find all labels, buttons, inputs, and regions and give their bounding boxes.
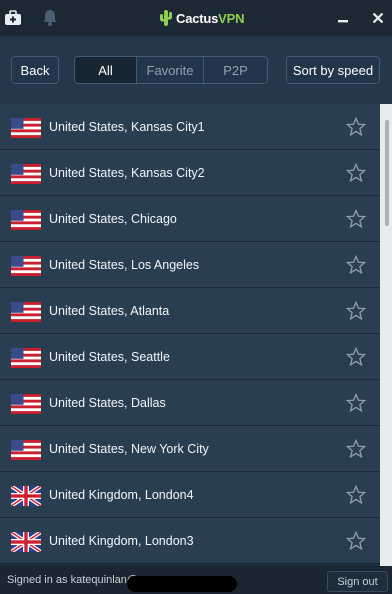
bell-icon[interactable]	[40, 8, 60, 28]
uk-flag-icon	[11, 532, 41, 552]
server-row[interactable]: United States, Atlanta	[0, 288, 380, 334]
minimize-icon[interactable]	[331, 6, 355, 30]
server-name: United States, Chicago	[49, 212, 177, 226]
us-flag-icon	[11, 118, 41, 138]
us-flag-icon	[11, 440, 41, 460]
us-flag-icon	[11, 302, 41, 322]
title-bar: CactusVPN	[0, 0, 392, 36]
server-name: United States, Dallas	[49, 396, 166, 410]
sort-by-speed-button[interactable]: Sort by speed	[286, 56, 380, 84]
server-name: United States, Kansas City1	[49, 120, 205, 134]
scrollbar-thumb[interactable]	[385, 120, 389, 226]
server-list: United States, Kansas City1 United State…	[0, 104, 380, 566]
us-flag-icon	[11, 210, 41, 230]
status-bar: Signed in as katequinlan@ Sign out	[0, 566, 392, 594]
star-icon[interactable]	[346, 393, 366, 413]
server-name: United Kingdom, London3	[49, 534, 194, 548]
server-row[interactable]: United States, Los Angeles	[0, 242, 380, 288]
app-name: CactusVPN	[176, 10, 245, 26]
tab-all[interactable]: All	[75, 57, 137, 83]
close-icon[interactable]	[366, 6, 390, 30]
filter-tabs: All Favorite P2P	[74, 56, 268, 84]
star-icon[interactable]	[346, 209, 366, 229]
toolbox-icon[interactable]	[3, 8, 23, 28]
toolbar: Back All Favorite P2P Sort by speed	[0, 36, 392, 104]
tab-p2p[interactable]: P2P	[204, 57, 267, 83]
app-logo: CactusVPN	[159, 8, 244, 28]
server-row[interactable]: United States, Chicago	[0, 196, 380, 242]
cactus-icon	[160, 10, 172, 26]
us-flag-icon	[11, 348, 41, 368]
server-name: United States, Atlanta	[49, 304, 170, 318]
star-icon[interactable]	[346, 301, 366, 321]
server-row[interactable]: United Kingdom, London3	[0, 518, 380, 564]
server-row[interactable]: United Kingdom, London4	[0, 472, 380, 518]
server-row[interactable]: United States, Kansas City1	[0, 104, 380, 150]
server-row[interactable]: United States, New York City	[0, 426, 380, 472]
us-flag-icon	[11, 164, 41, 184]
star-icon[interactable]	[346, 347, 366, 367]
server-name: United Kingdom, London4	[49, 488, 194, 502]
star-icon[interactable]	[346, 439, 366, 459]
uk-flag-icon	[11, 486, 41, 506]
us-flag-icon	[11, 394, 41, 414]
server-row[interactable]: United States, Seattle	[0, 334, 380, 380]
star-icon[interactable]	[346, 255, 366, 275]
star-icon[interactable]	[346, 531, 366, 551]
star-icon[interactable]	[346, 163, 366, 183]
back-button[interactable]: Back	[11, 56, 59, 84]
server-row[interactable]: United States, Kansas City2	[0, 150, 380, 196]
server-name: United States, Seattle	[49, 350, 170, 364]
star-icon[interactable]	[346, 117, 366, 137]
us-flag-icon	[11, 256, 41, 276]
server-row[interactable]: United States, Dallas	[0, 380, 380, 426]
sign-out-button[interactable]: Sign out	[327, 571, 388, 592]
server-name: United States, New York City	[49, 442, 209, 456]
server-name: United States, Los Angeles	[49, 258, 200, 272]
tab-favorite[interactable]: Favorite	[137, 57, 204, 83]
redacted-email	[127, 576, 237, 592]
server-name: United States, Kansas City2	[49, 166, 205, 180]
signed-in-text: Signed in as katequinlan@	[7, 574, 139, 586]
star-icon[interactable]	[346, 485, 366, 505]
